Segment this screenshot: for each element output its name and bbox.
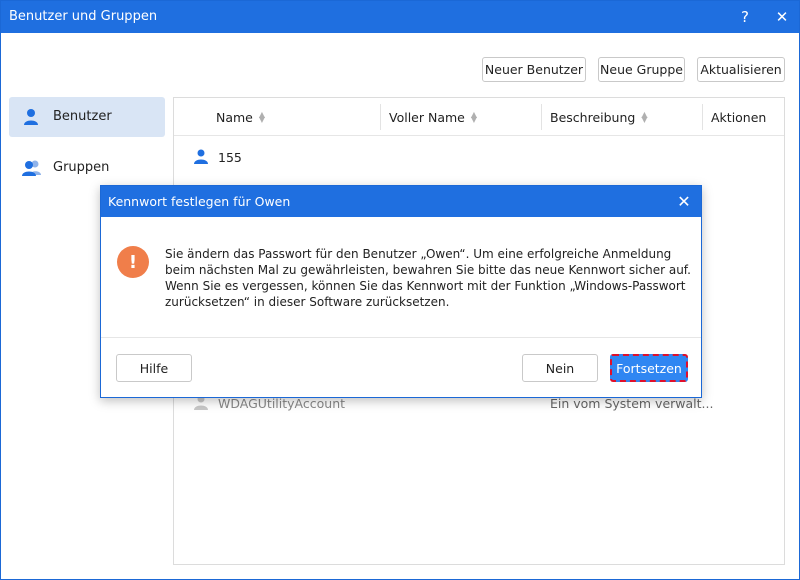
refresh-button[interactable]: Aktualisieren — [697, 57, 785, 82]
title-bar: Benutzer und Gruppen ? ✕ — [1, 1, 799, 33]
column-header-full-name[interactable]: Voller Name ▲ ▼ — [389, 98, 477, 136]
sidebar-item-label: Benutzer — [53, 109, 112, 124]
dialog-title-bar: Kennwort festlegen für Owen ✕ — [101, 186, 701, 217]
continue-button[interactable]: Fortsetzen — [610, 354, 688, 382]
sidebar-item-label: Gruppen — [53, 160, 110, 175]
dialog-title: Kennwort festlegen für Owen — [108, 194, 291, 209]
set-password-dialog: Kennwort festlegen für Owen ✕ ! Sie ände… — [100, 185, 702, 398]
column-header-description[interactable]: Beschreibung ▲ ▼ — [550, 98, 647, 136]
sort-icon: ▲ ▼ — [470, 110, 478, 124]
user-name: 155 — [218, 150, 242, 165]
column-divider — [702, 104, 703, 130]
sort-icon: ▲ ▼ — [641, 110, 648, 124]
dialog-message: Sie ändern das Passwort für den Benutzer… — [165, 247, 691, 309]
new-group-button[interactable]: Neue Gruppe — [598, 57, 685, 82]
table-header: Name ▲ ▼ Voller Name ▲ ▼ Beschreibung ▲ ▼ A… — [174, 98, 784, 136]
column-divider — [541, 104, 542, 130]
divider — [101, 337, 701, 338]
warning-icon: ! — [117, 246, 149, 278]
help-icon[interactable]: ? — [733, 5, 757, 29]
new-user-button[interactable]: Neuer Benutzer — [482, 57, 586, 82]
user-name: WDAGUtilityAccount — [218, 396, 346, 411]
table-row[interactable]: 155 — [174, 137, 784, 177]
group-icon — [22, 159, 41, 177]
sidebar-item-users[interactable]: Benutzer — [9, 97, 165, 137]
sidebar-item-groups[interactable]: Gruppen — [9, 148, 165, 188]
user-description: Ein vom System verwalt... — [550, 396, 714, 411]
column-divider — [380, 104, 381, 130]
user-icon — [194, 149, 208, 165]
user-icon — [22, 108, 40, 126]
no-button[interactable]: Nein — [522, 354, 598, 382]
window-title: Benutzer und Gruppen — [9, 9, 158, 24]
close-icon[interactable]: ✕ — [770, 5, 794, 29]
help-button[interactable]: Hilfe — [116, 354, 192, 382]
column-header-actions: Aktionen — [711, 109, 767, 125]
users-and-groups-window: Benutzer und Gruppen ? ✕ Neuer Benutzer … — [0, 0, 800, 580]
sort-icon: ▲ ▼ — [258, 110, 266, 124]
close-icon[interactable]: ✕ — [673, 190, 695, 212]
column-header-name[interactable]: Name ▲ ▼ — [216, 98, 265, 136]
